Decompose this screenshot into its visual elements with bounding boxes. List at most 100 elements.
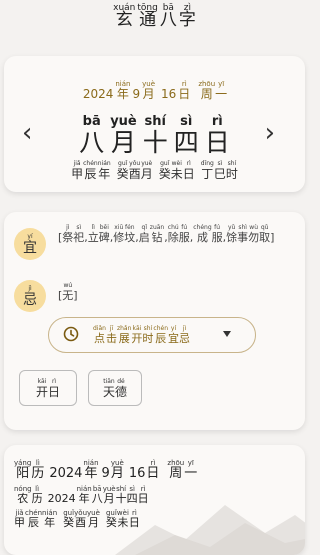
ruby-char: shí 十 [142,114,168,157]
ruby-char: tiān 天 [102,378,115,399]
solar-month: 9 [101,466,110,481]
ruby-char: rì 日 [137,485,149,505]
day-unit: rì 日 [178,80,190,100]
ruby-char: jiǎ 甲 [14,509,25,529]
solar-day-unit: rì 日 [146,459,159,480]
yi-badge: yí 宜 [14,228,46,260]
ruby-char: guǐ 癸 [158,160,171,181]
ruby-char: yǔ 馀 [226,224,238,244]
ruby-char: lì 立 [87,224,99,244]
ruby-char: zhǎn 展 [116,325,132,345]
app-title: xuán 玄 tōng 通 bā 八 zì 字 [0,4,309,29]
ganzhi-line: jiǎ 甲 chén 辰 nián 年 guǐ 癸 yǒu 酉 yuè 月 guǐ 癸 wèi 未 rì 日 dīn… [4,160,305,180]
ruby-char: rì 日 [48,378,61,399]
ruby-char: rì 日 [178,80,191,101]
ruby-char: shì 事 [237,224,249,244]
ruby-char: lì 历 [31,459,45,481]
solar-weekday: zhōu 周 yī 一 [167,459,197,480]
caret-down-icon [223,331,231,337]
ruby-char: sì 四 [126,485,138,505]
ruby-char: guǐ 癸 [116,160,129,181]
ruby-char: sì 祀 [73,224,85,244]
ruby-char: wèi 未 [170,160,183,181]
ruby-char: zì 字 [178,3,196,30]
tiande-button[interactable]: tiān 天 dé 德 [88,370,142,406]
ruby-char: yí 宜 [23,233,37,256]
ruby-char: dīng 丁 [200,160,214,181]
lunar-year: 2024 [47,492,76,505]
ruby-char: wù 勿 [248,224,260,244]
solar-year-unit: nián 年 [83,459,98,480]
ruby-char: jì 祭 [62,224,74,244]
ruby-char: lì 历 [31,485,43,505]
ruby-char: shí 十 [115,485,127,505]
expand-hours-button[interactable]: diǎn 点 jī 击 zhǎn 展 kāi 开 shí 时 chén 辰 yí 宜 jì 忌 [48,317,256,353]
ruby-char: nóng 农 [14,485,32,505]
ruby-char: rì 日 [128,509,140,529]
ruby-char: bā 八 [91,485,103,505]
ruby-char: yuè 月 [102,485,116,505]
ruby-char: shí 时 [225,160,238,181]
ji-badge: jì 忌 [14,280,46,312]
solar-year: 2024 [49,466,83,481]
ruby-char: sì 巳 [213,160,226,181]
summary-card: yáng 阳 lì 历 2024 nián 年 9 yuè 月 16 rì 日 zhōu 周 y… [4,445,305,555]
ruby-char: dé 德 [115,378,128,399]
ruby-char: jiǎ 甲 [71,160,84,181]
ruby-char: tōng 通 [137,3,158,30]
solar-date-line: 2024 nián 年 9 yuè 月 16 rì 日 zhōu 周 yī 一 [4,80,305,100]
ruby-char: yī 一 [184,459,198,481]
ruby-char: nián 年 [115,80,131,101]
ruby-char: yáng 阳 [14,459,32,481]
lunar-row: nóng 农 lì 历 2024 nián 年 bā 八 yuè 月 shí 十 sì 四 rì 日 [14,485,149,504]
ruby-char: chéng 成 [193,224,212,244]
ruby-char: fú 服 [211,224,223,244]
lunar-date: nián 年 bā 八 yuè 月 shí 十 sì 四 rì 日 [77,485,149,504]
ruby-char: bā 八 [79,114,105,157]
ruby-char: yī 一 [215,80,228,101]
ruby-char: yuè 月 [142,80,156,101]
ruby-char: ] [270,231,275,244]
ruby-char: chú 除 [167,224,179,244]
month-unit: yuè 月 [142,80,155,100]
ruby-char: guǐ 癸 [63,509,75,529]
ruby-char: chén 辰 [153,325,169,345]
ruby-char: yuè 月 [110,459,124,481]
ruby-char: kāi 开 [131,325,143,345]
yiji-card: yí 宜 [jì 祭 sì 祀 , lì 立 bēi 碑 , xiū 修 fén 坟 , qǐ 启 zuān 钻… [4,212,305,430]
ruby-char: chén 辰 [83,160,98,181]
ruby-char: nián 年 [97,160,111,181]
solar-month-unit: yuè 月 [111,459,124,480]
ruby-char: xiū 修 [113,224,125,244]
ruby-char: jì 忌 [179,325,191,345]
summary-ganzhi-row: jiǎ 甲 chén 辰 nián 年 guǐ 癸 yǒu 酉 yuè 月 guǐ 癸 wèi 未 rì 日 [14,509,140,528]
lunar-label: nóng 农 lì 历 [14,485,43,504]
ruby-char: wèi 未 [116,509,129,529]
ruby-char: guǐ 癸 [105,509,117,529]
yi-list: [jì 祭 sì 祀 , lì 立 bēi 碑 , xiū 修 fén 坟 , qǐ 启 zuān 钻 , ch… [58,224,291,243]
clock-icon [63,326,79,342]
prev-day-button[interactable]: ‹ [22,120,32,146]
ruby-char: rì 日 [204,114,230,157]
ruby-char: jī 击 [105,325,117,345]
next-day-button[interactable]: › [265,120,275,146]
date-card: 2024 nián 年 9 yuè 月 16 rì 日 zhōu 周 yī 一 ‹ bā 八 y… [4,56,305,192]
ruby-char: qǔ 取 [259,224,271,244]
solar-day: 16 [128,466,146,481]
ruby-char: qǐ 启 [138,224,150,244]
year-unit: nián 年 [115,80,130,100]
ruby-char: yí 宜 [168,325,180,345]
weekday: zhōu 周 yī 一 [198,80,227,100]
ruby-char: yuè 月 [87,509,100,529]
ruby-char: yuè 月 [110,114,137,157]
solar-row: yáng 阳 lì 历 2024 nián 年 9 yuè 月 16 rì 日 zhōu 周 y… [14,459,197,480]
ruby-char: diǎn 点 [93,325,106,345]
lunar-date-big: bā 八 yuè 月 shí 十 sì 四 rì 日 [62,114,247,155]
day-value: 16 [161,87,177,101]
ruby-char: xuán 玄 [113,3,136,30]
ruby-char: nián 年 [83,459,99,481]
ruby-char: jì 忌 [23,285,37,308]
kairi-button[interactable]: kāi 开 rì 日 [19,370,77,406]
ruby-char: rì 日 [146,459,160,481]
ruby-char: zhōu 周 [167,459,185,481]
